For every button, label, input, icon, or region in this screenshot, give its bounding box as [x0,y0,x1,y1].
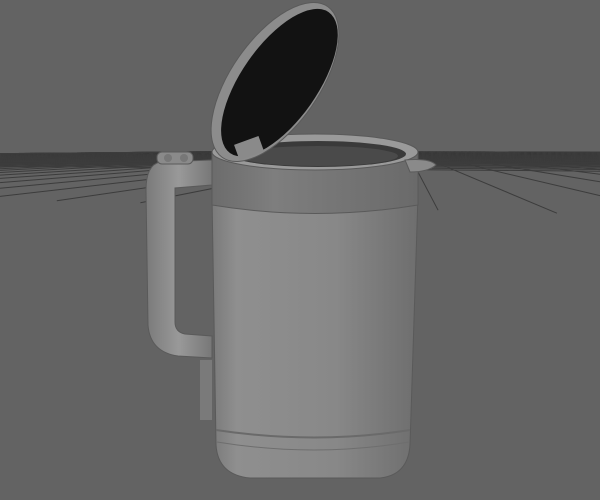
viewport-scene[interactable] [0,0,600,500]
kettle-model[interactable] [145,0,437,479]
kettle-handle [145,151,213,420]
kettle-body [211,194,419,479]
3d-viewport[interactable] [0,0,600,500]
